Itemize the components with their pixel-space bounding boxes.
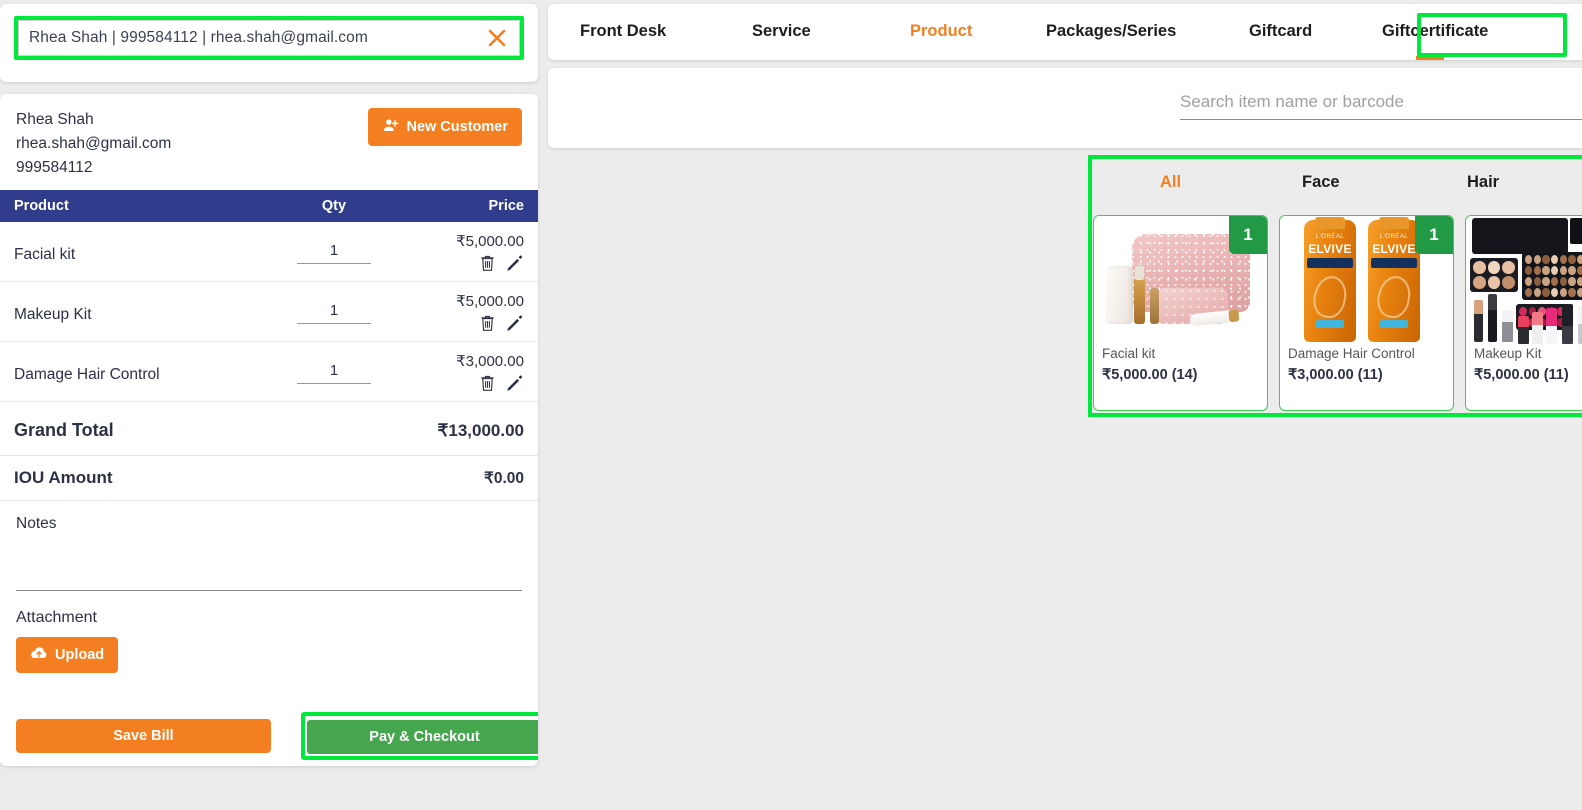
new-customer-button[interactable]: New Customer bbox=[368, 108, 522, 146]
cloud-upload-icon bbox=[30, 646, 48, 664]
customer-summary: Rhea Shah rhea.shah@gmail.com 999584112 … bbox=[0, 94, 538, 190]
billing-footer-actions: Save Bill Pay & Checkout bbox=[0, 712, 538, 760]
customer-details: Rhea Shah rhea.shah@gmail.com 999584112 bbox=[16, 108, 171, 180]
pay-checkout-highlight: Pay & Checkout bbox=[301, 712, 538, 760]
pos-billing-screen: Rhea Shah | 999584112 | rhea.shah@gmail.… bbox=[0, 0, 1582, 810]
cart-item-name: Damage Hair Control bbox=[14, 366, 160, 384]
upload-button[interactable]: Upload bbox=[16, 637, 119, 674]
save-bill-button[interactable]: Save Bill bbox=[16, 719, 271, 753]
product-card-facial-kit[interactable]: 1 Facial kit ₹5,000.00 (14) bbox=[1093, 215, 1268, 411]
catalog-tabs: Front Desk Service Product Packages/Seri… bbox=[548, 4, 1582, 60]
cart-item-name: Makeup Kit bbox=[14, 306, 92, 324]
category-hair[interactable]: Hair bbox=[1467, 173, 1499, 192]
billing-left-panel: Rhea Shah | 999584112 | rhea.shah@gmail.… bbox=[0, 0, 540, 810]
product-price: ₹5,000.00 (11) bbox=[1474, 367, 1569, 383]
customer-name: Rhea Shah bbox=[16, 111, 94, 128]
tab-front-desk[interactable]: Front Desk bbox=[580, 22, 666, 41]
table-row: Damage Hair Control ₹3,000.00 bbox=[0, 342, 538, 403]
notes-label: Notes bbox=[16, 515, 57, 533]
cart-item-price: ₹3,000.00 bbox=[456, 353, 524, 371]
customer-email: rhea.shah@gmail.com bbox=[16, 135, 172, 153]
tab-packages-series[interactable]: Packages/Series bbox=[1046, 22, 1176, 41]
quantity-stepper[interactable] bbox=[297, 240, 371, 265]
product-name: Facial kit bbox=[1102, 346, 1156, 361]
active-tab-indicator bbox=[1416, 56, 1444, 60]
product-price: ₹5,000.00 (14) bbox=[1102, 367, 1198, 383]
category-filter-tabs: All Face Hair Makeup bbox=[1092, 159, 1582, 207]
category-all[interactable]: All bbox=[1160, 173, 1181, 192]
product-grid: 1 Facial kit ₹5,000.00 (14) 1 L'ORÉAL EL… bbox=[1093, 215, 1582, 411]
grand-total-row: Grand Total ₹13,000.00 bbox=[0, 402, 538, 457]
grand-total-label: Grand Total bbox=[14, 420, 114, 441]
product-price: ₹3,000.00 (11) bbox=[1288, 367, 1383, 383]
trash-icon[interactable] bbox=[479, 374, 496, 392]
iou-amount-row: IOU Amount ₹0.00 bbox=[0, 456, 538, 502]
upload-label: Upload bbox=[55, 647, 105, 664]
attachment-section: Attachment Upload bbox=[0, 591, 538, 674]
column-qty: Qty bbox=[321, 198, 347, 215]
cart-item-price: ₹5,000.00 bbox=[456, 293, 524, 311]
quantity-stepper[interactable] bbox=[297, 360, 371, 385]
cart-item-price: ₹5,000.00 bbox=[456, 233, 524, 251]
tab-giftcard[interactable]: Giftcard bbox=[1249, 22, 1312, 41]
tab-product[interactable]: Product bbox=[910, 22, 972, 41]
customer-search-field[interactable]: Rhea Shah | 999584112 | rhea.shah@gmail.… bbox=[18, 20, 474, 56]
product-card-makeup-kit[interactable]: 1 bbox=[1465, 215, 1582, 411]
product-name: Damage Hair Control bbox=[1288, 346, 1415, 361]
close-icon[interactable] bbox=[474, 20, 520, 56]
customer-search-card: Rhea Shah | 999584112 | rhea.shah@gmail.… bbox=[0, 4, 538, 82]
search-input[interactable] bbox=[1180, 90, 1582, 120]
table-row: Makeup Kit ₹5,000.00 bbox=[0, 282, 538, 343]
quantity-stepper[interactable] bbox=[297, 300, 371, 325]
notes-input[interactable] bbox=[16, 533, 522, 592]
product-qty-badge: 1 bbox=[1229, 216, 1267, 254]
notes-section: Notes bbox=[0, 501, 538, 592]
product-card-damage-hair-control[interactable]: 1 L'ORÉAL ELVIVE L'ORÉAL ELVIVE Damage H… bbox=[1279, 215, 1454, 411]
tab-service[interactable]: Service bbox=[752, 22, 811, 41]
customer-search-value: Rhea Shah | 999584112 | rhea.shah@gmail.… bbox=[29, 29, 368, 46]
pay-checkout-button[interactable]: Pay & Checkout bbox=[307, 720, 538, 754]
tab-giftcertificate[interactable]: Giftcertificate bbox=[1382, 22, 1488, 41]
table-row: Facial kit ₹5,000.00 bbox=[0, 222, 538, 283]
pencil-icon[interactable] bbox=[506, 374, 524, 392]
person-add-icon bbox=[382, 117, 400, 138]
pencil-icon[interactable] bbox=[506, 314, 524, 332]
pencil-icon[interactable] bbox=[506, 254, 524, 272]
iou-value: ₹0.00 bbox=[483, 469, 524, 487]
product-name: Makeup Kit bbox=[1474, 346, 1542, 361]
trash-icon[interactable] bbox=[479, 254, 496, 272]
cart-table-header: Product Qty Price bbox=[0, 190, 538, 223]
cart-item-name: Facial kit bbox=[14, 246, 76, 264]
customer-search-highlight: Rhea Shah | 999584112 | rhea.shah@gmail.… bbox=[14, 16, 524, 60]
trash-icon[interactable] bbox=[479, 314, 496, 332]
column-product: Product bbox=[14, 198, 69, 215]
makeup-kit-palette-image bbox=[1466, 216, 1582, 344]
catalog-right-panel: Front Desk Service Product Packages/Seri… bbox=[540, 0, 1582, 810]
item-search-card bbox=[548, 68, 1582, 148]
new-customer-label: New Customer bbox=[406, 119, 508, 135]
column-price: Price bbox=[488, 198, 524, 215]
customer-phone: 999584112 bbox=[16, 159, 93, 177]
iou-label: IOU Amount bbox=[14, 468, 113, 488]
attachment-label: Attachment bbox=[16, 609, 97, 627]
product-qty-badge: 1 bbox=[1415, 216, 1453, 254]
category-face[interactable]: Face bbox=[1302, 173, 1340, 192]
cart-card: Rhea Shah rhea.shah@gmail.com 999584112 … bbox=[0, 94, 538, 766]
grand-total-value: ₹13,000.00 bbox=[437, 420, 524, 440]
